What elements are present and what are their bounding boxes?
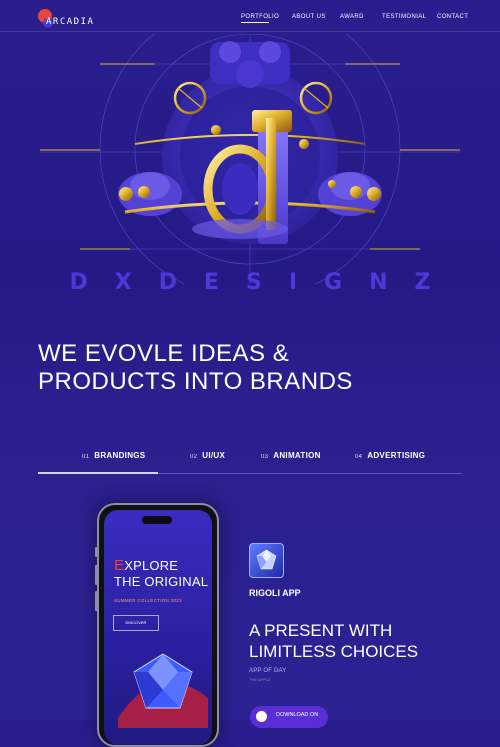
tab-brandings[interactable]: 01 BRANDINGS (82, 451, 145, 460)
phone-title-line1: XPLORE (124, 558, 179, 573)
tab-animation[interactable]: 03 ANIMATION (261, 451, 321, 460)
phone-side-button (95, 591, 98, 611)
download-button[interactable]: DOWNLOAD ON (250, 706, 328, 728)
hero-3d-illustration (40, 34, 460, 284)
nav-active-indicator (241, 22, 269, 23)
download-label: DOWNLOAD ON (276, 712, 319, 718)
phone-side-button (95, 547, 98, 557)
hero-headline-line1: WE EVOVLE IDEAS & (38, 340, 290, 367)
phone-notch (142, 516, 172, 524)
tab-label: ADVERTISING (367, 451, 426, 460)
app-icon[interactable] (249, 543, 284, 578)
tab-number: 03 (261, 454, 269, 460)
phone-side-button (95, 565, 98, 585)
header-divider (0, 31, 500, 32)
tab-advertising[interactable]: 04 ADVERTISING (355, 451, 425, 460)
nav-contact[interactable]: CONTACT (437, 14, 468, 20)
showcase-tagline-line2: LIMITLESS CHOICES (249, 642, 419, 661)
diamond-icon (118, 653, 208, 728)
tab-label: UI/UX (202, 451, 226, 460)
diamond-icon (256, 549, 277, 570)
phone-title-initial: E (114, 557, 125, 574)
tab-number: 01 (82, 454, 90, 460)
phone-discover-button[interactable]: DISCOVER (113, 615, 159, 631)
hero-headline-line2: PRODUCTS INTO BRANDS (38, 368, 353, 395)
the-apple-label: THE APPLE (249, 677, 271, 682)
tab-label: ANIMATION (273, 451, 321, 460)
tab-number: 04 (355, 454, 363, 460)
tab-number: 02 (190, 454, 198, 460)
app-of-day-label: APP OF DAY (249, 668, 287, 674)
phone-title-line2: THE ORIGINAL (114, 574, 209, 589)
apple-icon (256, 711, 267, 722)
tab-label: BRANDINGS (94, 451, 146, 460)
phone-mockup: EXPLORE THE ORIGINAL SUMMER COLLECTION 2… (95, 503, 219, 747)
phone-subtitle: SUMMER COLLECTION 2023 (114, 598, 182, 603)
logo[interactable]: ARCADIA (38, 9, 98, 31)
app-name: RIGOLI APP (249, 588, 301, 598)
showcase-tagline: A PRESENT WITH LIMITLESS CHOICES (249, 620, 418, 662)
nav-testimonial[interactable]: TESTIMONIAL (382, 14, 426, 20)
nav-award[interactable]: AWARD (340, 14, 364, 20)
brand-wordmark: DXDESIGNZ (69, 270, 458, 295)
tab-active-indicator (38, 472, 158, 474)
phone-title: EXPLORE THE ORIGINAL (114, 558, 208, 590)
nav-about-us[interactable]: ABOUT US (292, 14, 326, 20)
nav-portfolio[interactable]: PORTFOLIO (241, 14, 279, 20)
logo-text: ARCADIA (46, 17, 95, 27)
phone-screen: EXPLORE THE ORIGINAL SUMMER COLLECTION 2… (104, 510, 212, 745)
showcase-tagline-line1: A PRESENT WITH (249, 621, 393, 640)
hero-headline: WE EVOVLE IDEAS & PRODUCTS INTO BRANDS (38, 340, 353, 396)
tab-uiux[interactable]: 02 UI/UX (190, 451, 225, 460)
